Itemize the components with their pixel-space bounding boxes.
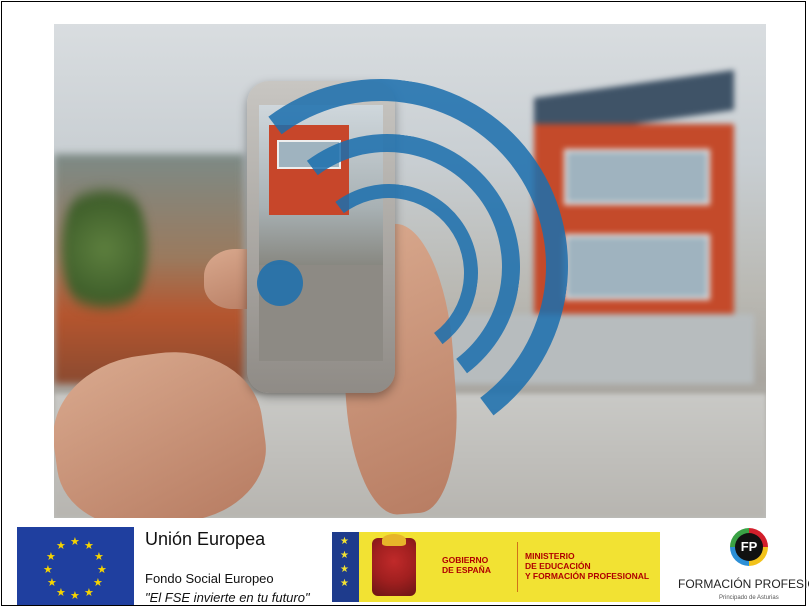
- spain-eu-flag-icon: ★ ★ ★ ★: [332, 532, 359, 602]
- gov-line2: DE ESPAÑA: [442, 565, 491, 575]
- eu-motto: "El FSE invierte en tu futuro": [145, 590, 310, 605]
- ministry-line3: Y FORMACIÓN PROFESIONAL: [525, 571, 650, 581]
- eu-title: Unión Europea: [145, 529, 266, 549]
- fp-logo-icon: FP: [730, 528, 768, 566]
- spain-coat-of-arms-icon: [372, 534, 416, 596]
- divider: [517, 542, 518, 592]
- eu-fund: Fondo Social Europeo: [145, 571, 274, 586]
- spain-government-logo: ★ ★ ★ ★ GOBIERNO DE ESPAÑA MINISTERIO DE ED…: [332, 532, 660, 602]
- wifi-dot: [257, 260, 303, 306]
- hero-photo: [54, 24, 766, 518]
- fp-subtitle: Principado de Asturias: [719, 595, 779, 601]
- eu-flag-icon: ★ ★ ★ ★ ★ ★ ★ ★ ★ ★ ★ ★: [17, 527, 134, 605]
- tree: [62, 174, 147, 324]
- window: [564, 234, 710, 300]
- logo-strip: ★ ★ ★ ★ ★ ★ ★ ★ ★ ★ ★ ★ Unión Europea Fo…: [14, 527, 809, 607]
- window: [564, 149, 710, 205]
- fp-badge-text: FP: [740, 539, 758, 554]
- fp-title: FORMACIÓN PROFESIONA: [678, 577, 809, 591]
